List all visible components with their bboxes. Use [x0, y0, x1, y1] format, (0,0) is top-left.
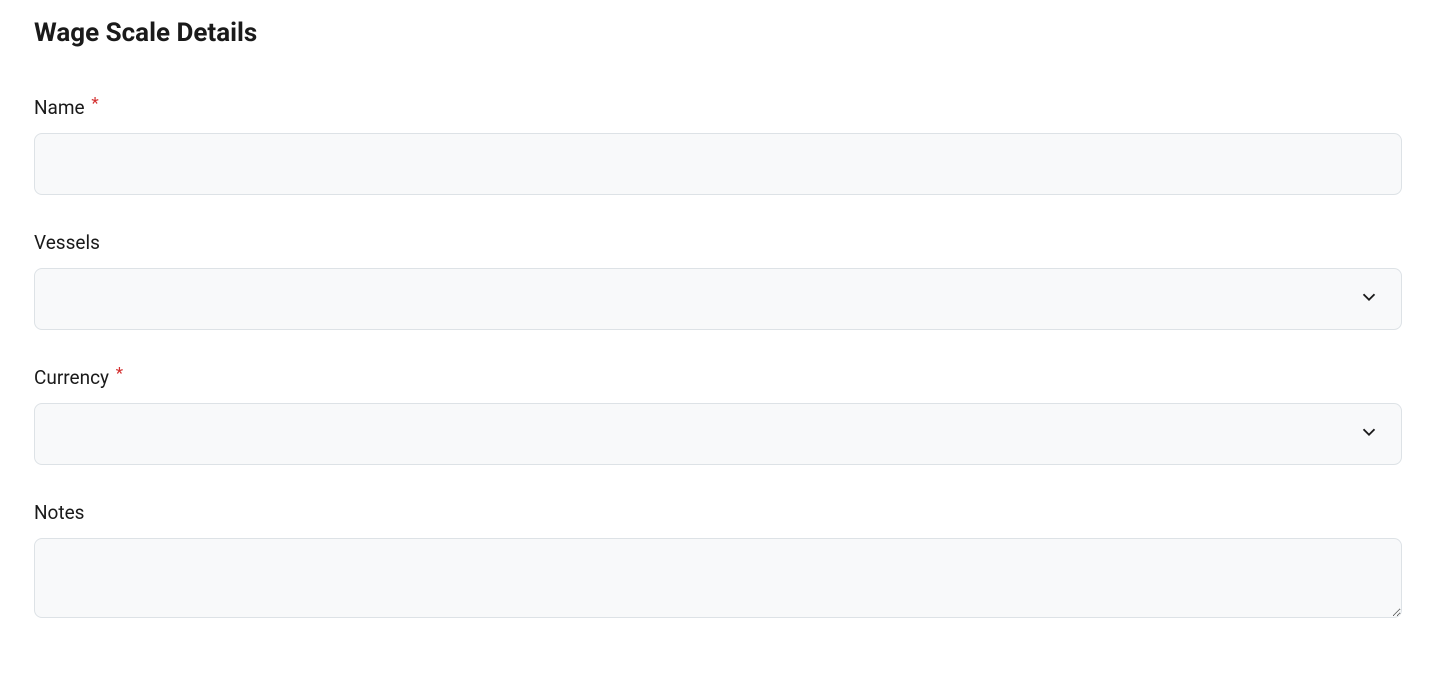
vessels-select[interactable]: [34, 268, 1402, 330]
vessels-label: Vessels: [34, 231, 1402, 254]
page-title: Wage Scale Details: [34, 18, 1402, 48]
name-input[interactable]: [34, 133, 1402, 195]
currency-select-wrapper: [34, 403, 1402, 465]
required-asterisk: *: [91, 94, 98, 114]
currency-field-group: Currency *: [34, 366, 1402, 465]
notes-field-group: Notes: [34, 501, 1402, 622]
currency-label-text: Currency: [34, 366, 109, 389]
name-label-text: Name: [34, 96, 85, 119]
currency-select[interactable]: [34, 403, 1402, 465]
name-field-group: Name *: [34, 96, 1402, 195]
vessels-select-wrapper: [34, 268, 1402, 330]
notes-textarea[interactable]: [34, 538, 1402, 618]
notes-label-text: Notes: [34, 501, 85, 524]
vessels-label-text: Vessels: [34, 231, 100, 254]
required-asterisk: *: [116, 364, 123, 384]
vessels-field-group: Vessels: [34, 231, 1402, 330]
notes-label: Notes: [34, 501, 1402, 524]
name-label: Name *: [34, 96, 1402, 119]
currency-label: Currency *: [34, 366, 1402, 389]
